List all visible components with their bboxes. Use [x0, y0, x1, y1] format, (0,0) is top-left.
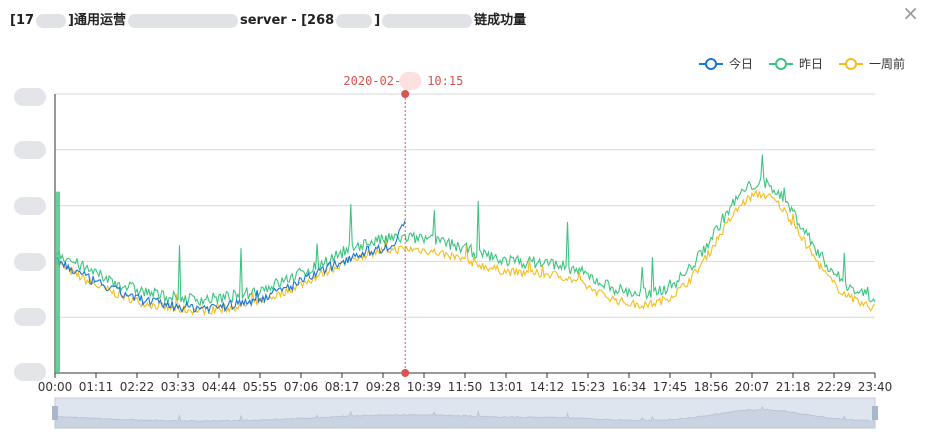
- x-tick-label: 16:34: [612, 380, 647, 394]
- x-tick-label: 02:22: [120, 380, 155, 394]
- x-tick-label: 15:23: [571, 380, 606, 394]
- x-tick-label: 13:01: [489, 380, 524, 394]
- x-tick-label: 17:45: [653, 380, 688, 394]
- x-tick-label: 22:29: [817, 380, 852, 394]
- series-lines: [54, 154, 876, 373]
- x-tick-label: 07:06: [284, 380, 319, 394]
- series-line-today: [54, 220, 406, 315]
- series-line-yesterday: [54, 154, 876, 307]
- marker-redacted: [399, 72, 422, 90]
- grid-lines: [55, 93, 875, 374]
- zoom-handle-right[interactable]: [872, 406, 878, 420]
- x-tick-label: 08:17: [325, 380, 360, 394]
- marker-dot-top: [401, 90, 410, 98]
- marker-dot-bottom: [401, 369, 410, 377]
- x-tick-label: 00:00: [38, 380, 73, 394]
- marker-date-label: 2020-02-: [343, 74, 401, 88]
- x-tick-label: 11:50: [448, 380, 483, 394]
- x-tick-label: 14:12: [530, 380, 565, 394]
- x-tick-label: 01:11: [79, 380, 114, 394]
- x-tick-label: 21:18: [776, 380, 811, 394]
- axes: [54, 94, 875, 374]
- x-tick-labels: 00:00 01:11 02:22 03:33 04:44 05:55 07:06 08:17…: [38, 373, 893, 394]
- series-start-bar: [55, 191, 60, 373]
- marker-time-label: 10:15: [427, 74, 463, 88]
- x-tick-label: 18:56: [694, 380, 729, 394]
- data-zoom-slider: [52, 397, 878, 429]
- x-tick-label: 04:44: [202, 380, 237, 394]
- zoom-handle-left[interactable]: [52, 406, 58, 420]
- x-tick-label: 10:39: [407, 380, 442, 394]
- x-tick-label: 09:28: [366, 380, 401, 394]
- x-tick-label: 23:40: [858, 380, 893, 394]
- x-tick-label: 05:55: [243, 380, 278, 394]
- x-tick-label: 20:07: [735, 380, 770, 394]
- line-chart[interactable]: 2020-02- 10:15 00:00 01:11 02:22 03:33 04:44 0…: [0, 0, 927, 443]
- x-tick-label: 03:33: [161, 380, 196, 394]
